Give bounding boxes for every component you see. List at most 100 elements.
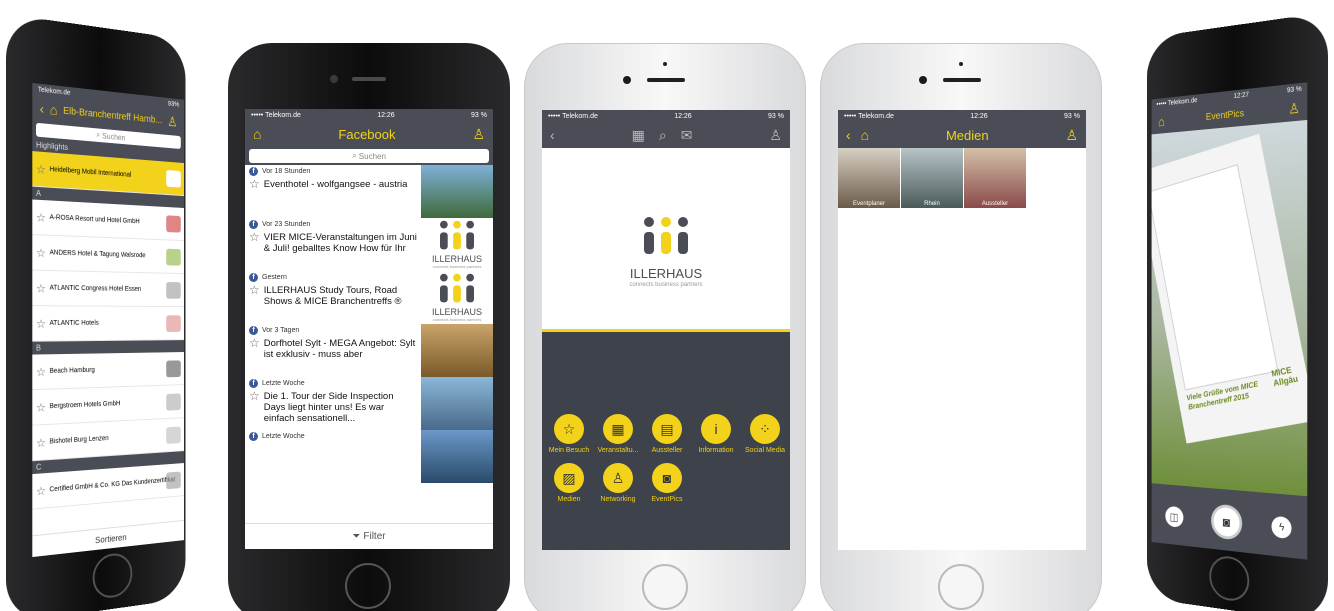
- star-icon[interactable]: ☆: [36, 317, 46, 331]
- menu-button[interactable]: ◙ EventPics: [640, 463, 694, 503]
- search-icon: ⌕: [352, 151, 359, 160]
- star-icon[interactable]: ☆: [36, 400, 46, 414]
- menu-button[interactable]: ▨ Medien: [542, 463, 596, 503]
- feed-post[interactable]: f Vor 3 Tagen ☆ Dorfhotel Sylt - MEGA Angeb…: [245, 324, 493, 377]
- phone-2: ••••• Telekom.de 12:26 93 % ⌂ Facebook ♙…: [228, 43, 510, 611]
- sort-button[interactable]: Sortieren: [32, 519, 184, 558]
- home-button[interactable]: [642, 564, 688, 610]
- star-icon[interactable]: ☆: [36, 210, 46, 224]
- menu-button[interactable]: ☆ Mein Besuch: [542, 414, 596, 454]
- menu-button-label: Veranstaltu...: [597, 447, 639, 454]
- nav-bar: ‹ ⌂ Medien ♙: [838, 122, 1086, 148]
- user-icon[interactable]: ♙: [769, 128, 782, 142]
- menu-button[interactable]: ⁘ Social Media: [738, 414, 790, 454]
- star-icon[interactable]: ☆: [36, 365, 46, 379]
- media-tile[interactable]: Rhein: [901, 148, 963, 208]
- gallery-icon[interactable]: ◫: [1165, 505, 1184, 528]
- feed-post[interactable]: f Vor 23 Stunden ☆ VIER MICE-Veranstaltunge…: [245, 218, 493, 271]
- qr-code-icon[interactable]: ▦: [632, 128, 645, 142]
- star-icon[interactable]: ☆: [249, 178, 260, 190]
- media-tile[interactable]: Eventplaner: [838, 148, 900, 208]
- social-media-icon: ⁘: [750, 414, 780, 444]
- home-button[interactable]: [92, 551, 133, 601]
- star-icon[interactable]: ☆: [249, 337, 260, 360]
- menu-button[interactable]: ♙ Networking: [591, 463, 645, 503]
- feed-post-thumbnail[interactable]: ILLERHAUS connects business partners: [421, 218, 493, 271]
- search-icon[interactable]: ⌕: [659, 128, 667, 142]
- status-battery: 93%: [167, 100, 180, 108]
- camera-preview-area: [1151, 164, 1279, 391]
- shutter-button[interactable]: ◙: [1211, 503, 1243, 541]
- feed-post[interactable]: f Gestern ☆ ILLERHAUS Study Tours, Road Sho…: [245, 271, 493, 324]
- list-item-label: ANDERS Hotel & Tagung Walsrode: [49, 249, 146, 260]
- back-icon[interactable]: ‹: [550, 128, 555, 142]
- back-icon[interactable]: ‹: [40, 100, 44, 116]
- list-item[interactable]: ☆ ATLANTIC Congress Hotel Essen: [32, 270, 184, 308]
- media-tile[interactable]: Aussteller: [964, 148, 1026, 208]
- filter-button[interactable]: ⏷ Filter: [245, 523, 493, 549]
- feed-post[interactable]: f Letzte Woche: [245, 430, 493, 483]
- speaker-top: [959, 62, 963, 66]
- front-camera: [330, 75, 338, 83]
- back-icon[interactable]: ‹: [846, 128, 851, 142]
- phone-4-screen: ••••• Telekom.de 12:26 93 % ‹ ⌂ Medien ♙…: [838, 110, 1086, 550]
- user-icon[interactable]: ♙: [167, 114, 177, 130]
- user-icon[interactable]: ♙: [472, 127, 485, 141]
- home-button[interactable]: [1209, 554, 1250, 604]
- home-icon[interactable]: ⌂: [1158, 114, 1165, 129]
- home-button[interactable]: [345, 563, 391, 609]
- phone-5: ••••• Telekom.de 12:27 93 % ⌂ EventPics …: [1146, 12, 1328, 611]
- star-icon[interactable]: ☆: [36, 162, 46, 176]
- list-item[interactable]: ☆ ATLANTIC Hotels: [32, 306, 184, 342]
- home-icon[interactable]: ⌂: [861, 128, 869, 142]
- search-bar: ⌕ Suchen: [245, 147, 493, 165]
- nav-title: Facebook: [338, 126, 396, 142]
- search-input[interactable]: ⌕ Suchen: [249, 149, 489, 163]
- media-tile-label: Rhein: [924, 201, 940, 207]
- star-icon[interactable]: ☆: [249, 231, 260, 254]
- feed-post-time: Vor 23 Stunden: [262, 220, 311, 228]
- star-icon[interactable]: ☆: [249, 390, 260, 424]
- menu-button[interactable]: ▤ Aussteller: [640, 414, 694, 454]
- status-time: 12:26: [970, 112, 988, 120]
- home-button[interactable]: [938, 564, 984, 610]
- feed-post-time: Letzte Woche: [262, 432, 305, 440]
- feed-post-time: Gestern: [262, 273, 287, 281]
- list-item[interactable]: ☆ Beach Hamburg: [32, 352, 184, 391]
- star-icon[interactable]: ☆: [249, 284, 260, 307]
- star-icon[interactable]: ☆: [36, 281, 46, 295]
- feed-post-thumbnail[interactable]: [421, 377, 493, 430]
- mail-icon[interactable]: ✉: [681, 128, 693, 142]
- user-icon[interactable]: ♙: [1288, 100, 1300, 117]
- phone-1-screen: Telekom.de 93% ‹ ⌂ Elb-Branchentreff Ham…: [32, 82, 184, 558]
- status-battery: 93 %: [768, 112, 784, 120]
- facebook-feed: f Vor 18 Stunden ☆ Eventhotel - wolfgangsee…: [245, 165, 493, 505]
- home-icon[interactable]: ⌂: [50, 102, 58, 118]
- home-icon[interactable]: ⌂: [253, 127, 261, 141]
- facebook-icon: f: [249, 378, 258, 388]
- contact-card-icon: ▤: [652, 414, 682, 444]
- menu-button[interactable]: ▦ Veranstaltu...: [591, 414, 645, 454]
- facebook-icon: f: [249, 219, 258, 229]
- logo-tagline: connects business partners: [432, 317, 482, 322]
- feed-post-thumbnail[interactable]: [421, 430, 493, 483]
- media-tile-label: Eventplaner: [852, 201, 886, 207]
- status-battery: 93 %: [471, 111, 487, 119]
- star-icon[interactable]: ☆: [36, 246, 46, 260]
- feed-post[interactable]: f Letzte Woche ☆ Die 1. Tour der Side Inspe…: [245, 377, 493, 430]
- list-item[interactable]: ☆ ANDERS Hotel & Tagung Walsrode: [32, 235, 184, 275]
- camera-toolbar: ◫ ◙ ϟ: [1151, 486, 1308, 560]
- feed-post-thumbnail[interactable]: ILLERHAUS connects business partners: [421, 271, 493, 324]
- star-icon[interactable]: ☆: [36, 435, 46, 449]
- feed-post-thumbnail[interactable]: [421, 165, 493, 218]
- feed-post[interactable]: f Vor 18 Stunden ☆ Eventhotel - wolfgangsee…: [245, 165, 493, 218]
- user-icon[interactable]: ♙: [1065, 128, 1078, 142]
- nav-title: EventPics: [1205, 108, 1245, 123]
- status-battery: 93 %: [1064, 112, 1080, 120]
- menu-button[interactable]: i Information: [689, 414, 743, 454]
- flash-icon[interactable]: ϟ: [1271, 515, 1292, 540]
- speaker: [647, 78, 685, 82]
- feed-post-thumbnail[interactable]: [421, 324, 493, 377]
- feed-post-body: ☆ ILLERHAUS Study Tours, Road Shows & MIC…: [249, 284, 417, 307]
- star-icon[interactable]: ☆: [36, 483, 46, 498]
